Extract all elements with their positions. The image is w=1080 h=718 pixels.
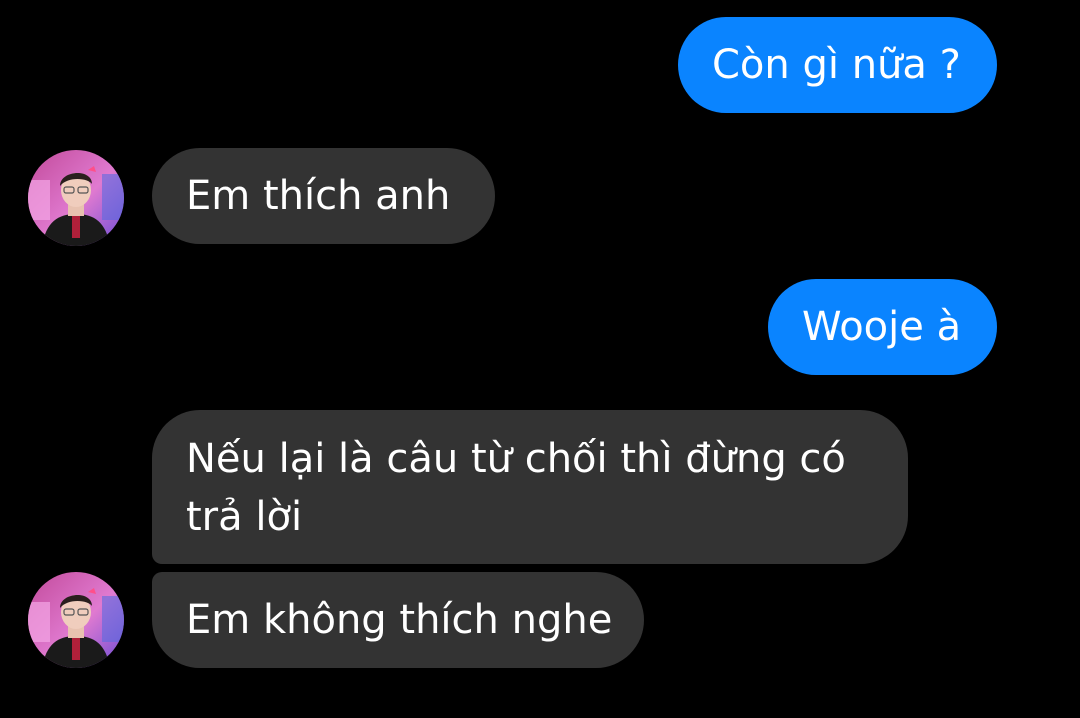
incoming-message-bubble[interactable]: Nếu lại là câu từ chối thì đừng có trả l… [152,410,908,564]
message-text: Còn gì nữa ? [712,42,961,88]
incoming-message-bubble[interactable]: Em thích anh [152,148,495,244]
message-text: Wooje à [802,304,962,350]
message-text: Em thích anh [186,173,451,219]
outgoing-message-bubble[interactable]: Wooje à [768,279,997,375]
message-text: Nếu lại là câu từ chối thì đừng có trả l… [186,436,846,540]
profile-photo-avatar-icon [28,150,124,246]
contact-avatar[interactable] [28,150,124,246]
message-text: Em không thích nghe [186,597,613,643]
incoming-message-bubble[interactable]: Em không thích nghe [152,572,644,668]
outgoing-message-bubble[interactable]: Còn gì nữa ? [678,17,997,113]
profile-photo-avatar-icon [28,572,124,668]
contact-avatar[interactable] [28,572,124,668]
